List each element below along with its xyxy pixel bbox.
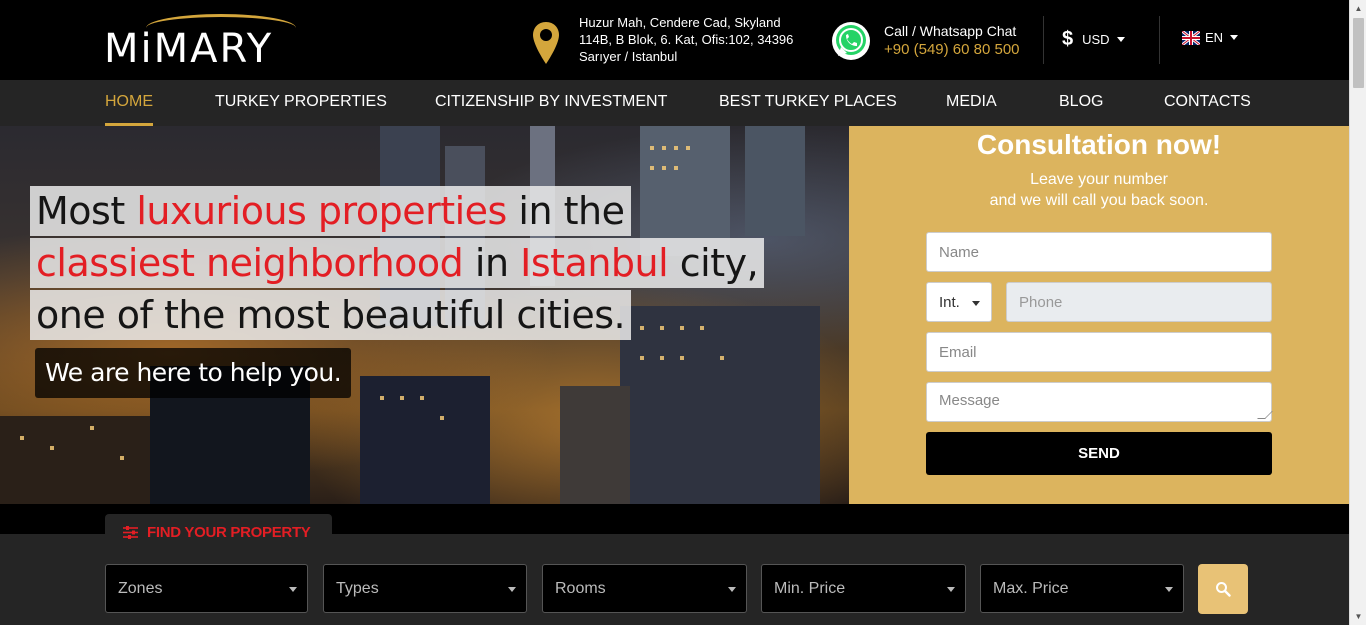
rooms-select-value: Rooms bbox=[555, 579, 606, 597]
hero-help-text: We are here to help you. bbox=[35, 348, 352, 398]
nav-item-contacts[interactable]: CONTACTS bbox=[1164, 80, 1251, 126]
header-divider bbox=[1043, 16, 1044, 64]
consultation-subtitle-line-2: and we will call you back soon. bbox=[989, 192, 1209, 209]
chevron-down-icon bbox=[1230, 35, 1239, 40]
whatsapp-icon bbox=[832, 22, 870, 60]
header-divider bbox=[1159, 16, 1160, 64]
min-price-select[interactable]: Min. Price bbox=[761, 564, 966, 613]
hero-highlight: classiest neighborhood bbox=[36, 241, 464, 285]
scroll-down-arrow-icon[interactable]: ▼ bbox=[1350, 608, 1366, 625]
logo-text: MiMARY bbox=[104, 26, 274, 72]
filter-sliders-icon bbox=[123, 525, 138, 539]
resize-handle-icon[interactable] bbox=[1257, 411, 1273, 419]
search-icon bbox=[1216, 582, 1231, 597]
types-select[interactable]: Types bbox=[323, 564, 527, 613]
address-text: Huzur Mah, Cendere Cad, Skyland 114B, B … bbox=[579, 14, 809, 65]
address-line-3: Sarıyer / Istanbul bbox=[579, 49, 678, 64]
page: MiMARY Huzur Mah, Cendere Cad, Skyland 1… bbox=[0, 0, 1349, 625]
consultation-subtitle-line-1: Leave your number bbox=[1030, 171, 1168, 188]
hero-banner: Most luxurious properties in the classie… bbox=[0, 126, 849, 504]
whatsapp-label: Call / Whatsapp Chat bbox=[884, 23, 1017, 39]
chevron-down-icon bbox=[972, 301, 980, 306]
address-block: Huzur Mah, Cendere Cad, Skyland 114B, B … bbox=[530, 14, 809, 66]
hero-text: city, bbox=[668, 241, 759, 285]
chevron-down-icon bbox=[728, 587, 736, 592]
email-field[interactable]: Email bbox=[926, 332, 1272, 372]
whatsapp-contact[interactable]: Call / Whatsapp Chat +90 (549) 60 80 500 bbox=[830, 20, 1020, 62]
search-button[interactable] bbox=[1198, 564, 1248, 614]
property-search: FIND YOUR PROPERTY Zones Types Rooms Min… bbox=[0, 504, 1349, 625]
consultation-form: Consultation now! Leave your number and … bbox=[849, 126, 1349, 504]
max-price-select[interactable]: Max. Price bbox=[980, 564, 1184, 613]
currency-code: USD bbox=[1082, 32, 1110, 47]
chevron-down-icon bbox=[947, 587, 955, 592]
find-property-tab[interactable]: FIND YOUR PROPERTY bbox=[105, 514, 332, 550]
hero-highlight: Istanbul bbox=[520, 241, 669, 285]
zones-select-value: Zones bbox=[118, 579, 163, 597]
chevron-down-icon bbox=[508, 587, 516, 592]
nav-item-blog[interactable]: BLOG bbox=[1059, 80, 1103, 126]
hero-highlight: luxurious properties bbox=[136, 189, 507, 233]
country-code-select[interactable]: Int. bbox=[926, 282, 992, 322]
nav-item-best-places[interactable]: BEST TURKEY PLACES bbox=[719, 80, 897, 126]
types-select-value: Types bbox=[336, 579, 379, 597]
nav-item-media[interactable]: MEDIA bbox=[946, 80, 997, 126]
min-price-select-value: Min. Price bbox=[774, 579, 846, 597]
scrollbar-thumb[interactable] bbox=[1353, 18, 1364, 88]
consultation-title: Consultation now! bbox=[976, 129, 1222, 160]
address-line-1: Huzur Mah, Cendere Cad, Skyland bbox=[579, 15, 781, 30]
phone-field[interactable]: Phone bbox=[1006, 282, 1272, 322]
language-selector[interactable]: EN bbox=[1182, 30, 1239, 45]
currency-selector[interactable]: $ USD bbox=[1062, 28, 1125, 51]
uk-flag-icon bbox=[1182, 30, 1200, 45]
zones-select[interactable]: Zones bbox=[105, 564, 308, 613]
nav-item-turkey-properties[interactable]: TURKEY PROPERTIES bbox=[215, 80, 387, 126]
map-pin-icon bbox=[533, 22, 559, 64]
chevron-down-icon bbox=[1116, 37, 1125, 42]
whatsapp-text: Call / Whatsapp Chat +90 (549) 60 80 500 bbox=[884, 23, 1020, 59]
nav-item-home[interactable]: HOME bbox=[105, 80, 153, 126]
page-scrollbar[interactable]: ▲ ▼ bbox=[1349, 0, 1366, 625]
message-placeholder: Message bbox=[939, 392, 1000, 409]
rooms-select[interactable]: Rooms bbox=[542, 564, 747, 613]
max-price-select-value: Max. Price bbox=[993, 579, 1069, 597]
nav-item-citizenship[interactable]: CITIZENSHIP BY INVESTMENT bbox=[435, 80, 667, 126]
main-nav: HOME TURKEY PROPERTIES CITIZENSHIP BY IN… bbox=[0, 80, 1349, 126]
hero-text: in bbox=[463, 241, 521, 285]
hero-text: in the bbox=[506, 189, 625, 233]
find-property-label: FIND YOUR PROPERTY bbox=[147, 523, 311, 541]
message-field[interactable]: Message bbox=[926, 382, 1273, 422]
hero-headline-line-3: one of the most beautiful cities. bbox=[30, 290, 632, 340]
top-header: MiMARY Huzur Mah, Cendere Cad, Skyland 1… bbox=[0, 0, 1349, 80]
hero-text: Most bbox=[36, 189, 137, 233]
chevron-down-icon bbox=[1165, 587, 1173, 592]
consultation-subtitle: Leave your number and we will call you b… bbox=[849, 169, 1349, 211]
language-code: EN bbox=[1205, 30, 1224, 45]
logo[interactable]: MiMARY bbox=[104, 14, 348, 70]
country-code-value: Int. bbox=[939, 293, 960, 311]
scroll-up-arrow-icon[interactable]: ▲ bbox=[1350, 0, 1366, 17]
phone-number[interactable]: +90 (549) 60 80 500 bbox=[884, 40, 1020, 59]
chevron-down-icon bbox=[289, 587, 297, 592]
send-button[interactable]: SEND bbox=[926, 432, 1272, 475]
hero-headline-line-2: classiest neighborhood in Istanbul city, bbox=[30, 238, 765, 288]
address-line-2: 114B, B Blok, 6. Kat, Ofis:102, 34396 bbox=[579, 32, 794, 47]
dollar-icon: $ bbox=[1062, 28, 1074, 50]
name-field[interactable]: Name bbox=[926, 232, 1272, 272]
hero-headline-line-1: Most luxurious properties in the bbox=[30, 186, 631, 236]
